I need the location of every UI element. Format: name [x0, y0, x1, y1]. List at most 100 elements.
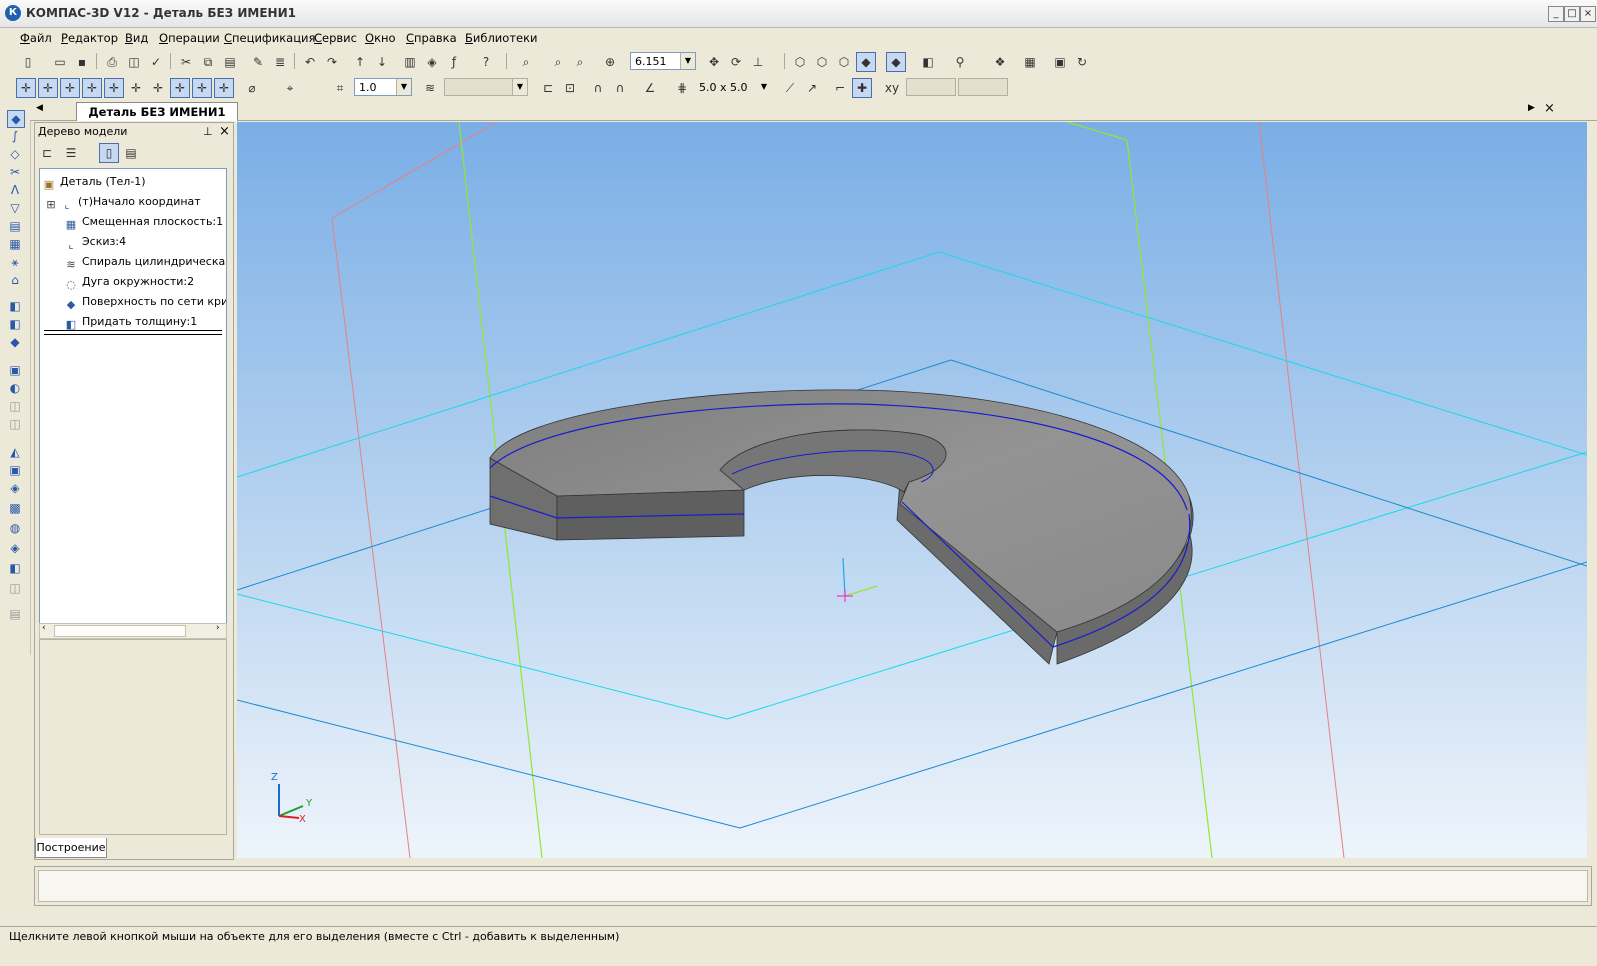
snap-normal-icon[interactable]: ✛ [192, 78, 212, 98]
tree-item-surface[interactable]: ◆ Поверхность по сети кривых [64, 293, 226, 311]
surfaces-icon[interactable]: ◇ [7, 146, 23, 162]
pan-icon[interactable]: ✥ [704, 52, 724, 72]
revolve-icon[interactable]: ◧ [7, 316, 23, 332]
snap-along-icon[interactable]: ✛ [214, 78, 234, 98]
scroll-right-icon[interactable]: › [216, 623, 220, 633]
hidden-lines-icon[interactable]: ⬡ [812, 52, 832, 72]
thread-icon[interactable]: ▩ [7, 500, 23, 516]
loft-icon[interactable]: ◆ [7, 334, 23, 350]
step-line-icon[interactable]: ⌐ [830, 78, 850, 98]
tree-display-icon[interactable]: ❖ [990, 52, 1010, 72]
tree-item-origin[interactable]: ⊞ ⌞ (т)Начало координат [46, 193, 200, 212]
menu-window[interactable]: Окно [365, 31, 396, 45]
snap-intersection-icon[interactable]: ✛ [104, 78, 124, 98]
zoom-field[interactable]: 6.151 ▼ [630, 52, 696, 70]
tab-build[interactable]: Построение [35, 838, 107, 858]
close-button[interactable]: × [1580, 6, 1596, 22]
print-icon[interactable]: ⎙ [102, 52, 122, 72]
specification-icon[interactable]: ▤ [7, 218, 23, 234]
snap-tangent-icon[interactable]: ✛ [170, 78, 190, 98]
zoom-window-icon[interactable]: ⌕ [548, 52, 568, 72]
snap-midpoint-icon[interactable]: ✛ [60, 78, 80, 98]
calc-mass-icon[interactable]: ▣ [1050, 52, 1070, 72]
menu-view[interactable]: Вид [125, 31, 148, 45]
magnet-icon[interactable]: ∩ [588, 78, 608, 98]
tree-item-sketch[interactable]: ⌞ Эскиз:4 [64, 233, 126, 251]
print-preview-icon[interactable]: ◫ [124, 52, 144, 72]
perspective-icon[interactable]: ◧ [918, 52, 938, 72]
tab-document[interactable]: Деталь БЕЗ ИМЕНИ1 [76, 102, 238, 121]
tree-item-part[interactable]: ▣ Деталь (Тел-1) [42, 173, 146, 191]
snap-off-icon[interactable]: ⌀ [242, 78, 262, 98]
delete-body-icon[interactable]: ◫ [7, 580, 23, 596]
extrude-icon[interactable]: ◧ [7, 298, 23, 314]
line-icon[interactable]: ⟋ [780, 78, 800, 98]
zoom-in-icon[interactable]: ⊕ [600, 52, 620, 72]
tree-by-operations-icon[interactable]: ☰ [61, 143, 81, 163]
menu-operations[interactable]: Операции [159, 31, 220, 45]
rebuild-icon[interactable]: ↻ [1072, 52, 1092, 72]
filter-icon[interactable]: ⚲ [950, 52, 970, 72]
menu-libraries[interactable]: Библиотеки [465, 31, 538, 45]
tree-by-structure-icon[interactable]: ⊏ [37, 143, 57, 163]
shaded-icon[interactable]: ◆ [856, 52, 876, 72]
split-icon[interactable]: ◈ [7, 540, 23, 556]
coords-icon[interactable]: ✚ [852, 78, 872, 98]
rib-icon[interactable]: ◫ [7, 416, 23, 432]
sheet-metal-icon[interactable]: ⌂ [7, 272, 23, 288]
ortho-icon[interactable]: ⊏ [538, 78, 558, 98]
grid-icon[interactable]: ⋕ [672, 78, 692, 98]
manager-icon[interactable]: ▥ [400, 52, 420, 72]
close-document-icon[interactable]: × [1544, 101, 1555, 116]
tree-item-arc[interactable]: ◌ Дуга окружности:2 [64, 273, 194, 291]
undo-icon[interactable]: ↶ [300, 52, 320, 72]
properties-icon[interactable]: ≣ [270, 52, 290, 72]
context-help-icon[interactable]: ? [476, 52, 496, 72]
pin-icon[interactable]: ⊥ [203, 123, 213, 141]
shaded-edges-icon[interactable]: ◆ [886, 52, 906, 72]
selection-filter-icon[interactable]: ▽ [7, 200, 23, 216]
move-down-icon[interactable]: ↓ [372, 52, 392, 72]
copy-icon[interactable]: ⧉ [198, 52, 218, 72]
array-icon[interactable]: ▣ [7, 462, 23, 478]
xy-icon[interactable]: xy [882, 78, 902, 98]
snap-grid-icon[interactable]: ✛ [126, 78, 146, 98]
step-cursor-icon[interactable]: ⌗ [330, 78, 350, 98]
snap-center-icon[interactable]: ✛ [82, 78, 102, 98]
shell-icon[interactable]: ◫ [7, 398, 23, 414]
cut-extrude-icon[interactable]: ▣ [7, 362, 23, 378]
draft-icon[interactable]: ◈ [7, 480, 23, 496]
variables-icon[interactable]: ◈ [422, 52, 442, 72]
tab-scroll-left-icon[interactable]: ◀ [36, 103, 43, 113]
elements-icon[interactable]: ⚹ [7, 254, 23, 270]
move-up-icon[interactable]: ↑ [350, 52, 370, 72]
menu-help[interactable]: Справка [406, 31, 457, 45]
snap-nearest-icon[interactable]: ✛ [38, 78, 58, 98]
minimize-button[interactable]: _ [1548, 6, 1564, 22]
tree-show-icon[interactable]: ▯ [99, 143, 119, 163]
scroll-left-icon[interactable]: ‹ [42, 623, 46, 633]
orientation-icon[interactable]: ⊥ [748, 52, 768, 72]
3d-viewport[interactable]: Z Y X [237, 122, 1587, 858]
tree-properties-icon[interactable]: ▤ [121, 143, 141, 163]
chevron-down-icon[interactable]: ▼ [680, 53, 695, 69]
fillet-icon[interactable]: ◐ [7, 380, 23, 396]
expand-icon[interactable]: ⊞ [46, 198, 56, 212]
cut-icon[interactable]: ✂ [176, 52, 196, 72]
paste-icon[interactable]: ▤ [220, 52, 240, 72]
boolean-icon[interactable]: ◍ [7, 520, 23, 536]
mirror-icon[interactable]: ◭ [7, 444, 23, 460]
reports-icon[interactable]: ▦ [7, 236, 23, 252]
save-icon[interactable]: ▪ [72, 52, 92, 72]
new-document-icon[interactable]: ▯ [18, 52, 38, 72]
arrays-icon[interactable]: ✂ [7, 164, 23, 180]
zoom-all-icon[interactable]: ⌕ [516, 52, 536, 72]
thin-hidden-lines-icon[interactable]: ⬡ [834, 52, 854, 72]
cursor-mode-icon[interactable]: ⌖ [280, 78, 300, 98]
tab-scroll-right-icon[interactable]: ▶ [1528, 103, 1535, 113]
grid-field[interactable]: 5.0 x 5.0 ▼ [694, 78, 772, 96]
tree-horizontal-scrollbar[interactable]: ‹ › [39, 623, 227, 639]
layer-icon[interactable]: ≋ [420, 78, 440, 98]
library-manager-icon[interactable]: ▦ [1020, 52, 1040, 72]
open-folder-icon[interactable]: ▭ [50, 52, 70, 72]
